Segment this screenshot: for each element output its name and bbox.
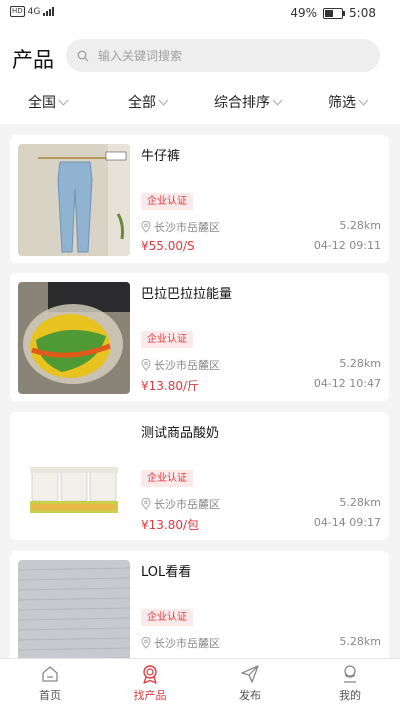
- filter-bar: 全国 全部 综合排序 筛选: [0, 86, 400, 124]
- product-name: 测试商品酸奶: [141, 426, 220, 441]
- enterprise-badge: 企业认证: [141, 331, 193, 348]
- filter-more[interactable]: 筛选: [328, 92, 369, 112]
- product-card[interactable]: 牛仔裤 企业认证 长沙市岳麓区 5.28km ¥55.00/S 04-12 09…: [10, 135, 389, 263]
- enterprise-badge: 企业认证: [141, 193, 193, 210]
- product-card[interactable]: 巴拉巴拉拉能量 企业认证 长沙市岳麓区 5.28km ¥13.80/斤 04-1…: [10, 273, 389, 401]
- filter-label: 筛选: [328, 95, 356, 111]
- page-title: 产品: [12, 48, 54, 72]
- product-location: 长沙市岳麓区: [141, 635, 220, 651]
- signal-icon: [43, 7, 55, 16]
- search-placeholder: 输入关键词搜索: [98, 49, 183, 63]
- product-image-jeans: [18, 144, 130, 256]
- location-text: 长沙市岳麓区: [154, 498, 220, 511]
- battery-icon: [323, 7, 346, 19]
- filter-region[interactable]: 全国: [28, 92, 69, 112]
- chevron-down-icon: [272, 95, 283, 105]
- enterprise-badge: 企业认证: [141, 609, 193, 626]
- filter-category[interactable]: 全部: [128, 92, 169, 112]
- bottom-tab-bar: 首页 找产品 发布 我的: [0, 658, 400, 712]
- tab-label: 首页: [39, 689, 61, 702]
- tab-publish[interactable]: 发布: [220, 663, 280, 703]
- hd-icon: HD: [10, 6, 25, 17]
- product-time: 04-14 09:17: [313, 516, 381, 529]
- product-distance: 5.28km: [339, 635, 381, 648]
- product-time: 04-12 09:11: [313, 239, 381, 252]
- tab-label: 找产品: [133, 689, 167, 702]
- location-pin-icon: [141, 498, 151, 510]
- chevron-down-icon: [358, 95, 369, 105]
- location-text: 长沙市岳麓区: [154, 359, 220, 372]
- clock: 5:08: [349, 6, 376, 20]
- product-image-ball: [18, 282, 130, 394]
- filter-sort[interactable]: 综合排序: [214, 92, 283, 112]
- home-icon: [42, 666, 58, 682]
- status-bar: HD 4G 49% 5:08: [0, 0, 400, 26]
- location-text: 长沙市岳麓区: [154, 221, 220, 234]
- location-pin-icon: [141, 637, 151, 649]
- product-location: 长沙市岳麓区: [141, 219, 220, 235]
- tab-label: 我的: [339, 689, 361, 702]
- user-icon: [344, 665, 356, 683]
- filter-label: 综合排序: [214, 95, 270, 111]
- filter-label: 全国: [28, 95, 56, 111]
- location-pin-icon: [141, 221, 151, 233]
- location-text: 长沙市岳麓区: [154, 637, 220, 650]
- product-image-yogurt: [18, 421, 130, 533]
- tab-mine[interactable]: 我的: [320, 663, 380, 703]
- product-name: 牛仔裤: [141, 149, 181, 164]
- product-icon: [143, 665, 157, 684]
- product-price: ¥13.80/斤: [141, 379, 200, 393]
- product-card[interactable]: 测试商品酸奶 企业认证 长沙市岳麓区 5.28km ¥13.80/包 04-14…: [10, 412, 389, 540]
- send-icon: [241, 665, 259, 683]
- product-name: 巴拉巴拉拉能量: [141, 287, 233, 302]
- product-time: 04-12 10:47: [313, 377, 381, 390]
- product-distance: 5.28km: [339, 219, 381, 232]
- chevron-down-icon: [158, 95, 169, 105]
- product-price: ¥55.00/S: [141, 239, 195, 253]
- signal-type: 4G: [27, 6, 41, 17]
- product-distance: 5.28km: [339, 496, 381, 509]
- search-icon: [77, 50, 89, 61]
- location-pin-icon: [141, 359, 151, 371]
- search-input[interactable]: 输入关键词搜索: [66, 39, 380, 72]
- tab-find-product[interactable]: 找产品: [120, 663, 180, 703]
- product-price: ¥13.80/包: [141, 518, 200, 532]
- product-location: 长沙市岳麓区: [141, 496, 220, 512]
- filter-label: 全部: [128, 95, 156, 111]
- product-location: 长沙市岳麓区: [141, 357, 220, 373]
- chevron-down-icon: [58, 95, 69, 105]
- product-distance: 5.28km: [339, 357, 381, 370]
- battery-percent: 49%: [290, 6, 318, 20]
- header: 产品 输入关键词搜索: [0, 26, 400, 86]
- product-image-paper: [18, 560, 130, 672]
- product-name: LOL看看: [141, 565, 192, 580]
- tab-label: 发布: [239, 689, 261, 702]
- enterprise-badge: 企业认证: [141, 470, 193, 487]
- tab-home[interactable]: 首页: [20, 663, 80, 703]
